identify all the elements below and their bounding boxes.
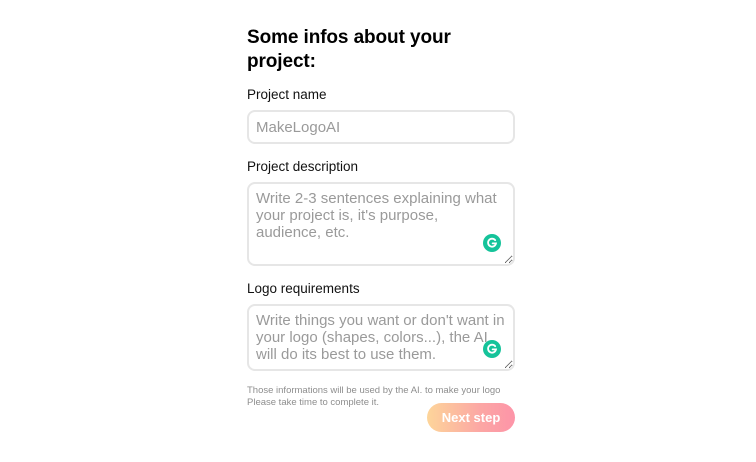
grammarly-icon[interactable] — [483, 234, 501, 252]
project-description-wrapper — [247, 182, 515, 266]
next-step-button[interactable]: Next step — [427, 403, 515, 432]
grammarly-icon[interactable] — [483, 340, 501, 358]
logo-requirements-wrapper — [247, 304, 515, 371]
project-info-form: Some infos about your project: Project n… — [247, 26, 515, 409]
page-title: Some infos about your project: — [247, 27, 451, 72]
project-description-label: Project description — [247, 159, 359, 174]
project-name-label: Project name — [247, 87, 327, 102]
project-description-textarea[interactable] — [247, 182, 515, 266]
project-name-input[interactable] — [247, 110, 515, 144]
hint-line: Those informations will be used by the A… — [247, 385, 501, 396]
logo-requirements-label: Logo requirements — [247, 281, 360, 296]
logo-requirements-textarea[interactable] — [247, 304, 515, 371]
